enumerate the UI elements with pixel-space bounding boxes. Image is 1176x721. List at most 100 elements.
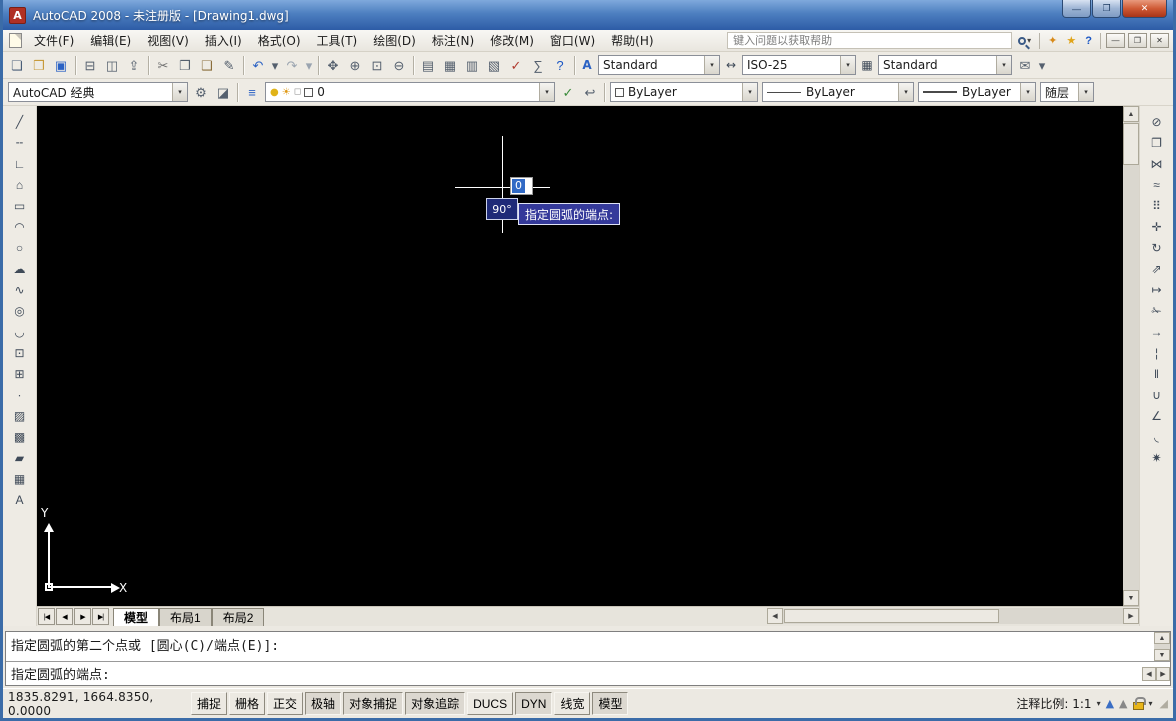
drawing-file-icon[interactable] xyxy=(9,33,22,48)
mirror-button[interactable]: ⋈ xyxy=(1144,153,1170,174)
cut-button[interactable]: ✂ xyxy=(152,55,174,76)
markup-set-manager-button[interactable]: ✓ xyxy=(505,55,527,76)
tab-prev-button[interactable]: ◀ xyxy=(56,608,73,625)
menu-file[interactable]: 文件(F) xyxy=(26,29,82,52)
redo-button[interactable]: ↷ xyxy=(281,55,303,76)
polygon-button[interactable]: ⌂ xyxy=(7,174,33,195)
match-properties-button[interactable]: ✎ xyxy=(218,55,240,76)
fillet-button[interactable]: ◟ xyxy=(1144,426,1170,447)
lineweight-combo-arrow[interactable]: ▾ xyxy=(1020,83,1035,101)
sheet-set-manager-button[interactable]: ▧ xyxy=(483,55,505,76)
annotation-visibility-icon[interactable]: ▲ xyxy=(1106,697,1114,710)
chamfer-button[interactable]: ∠ xyxy=(1144,405,1170,426)
line-button[interactable]: ╱ xyxy=(7,111,33,132)
table-style-combo[interactable]: Standard ▾ xyxy=(878,55,1012,75)
linetype-combo-arrow[interactable]: ▾ xyxy=(898,83,913,101)
circle-button[interactable]: ○ xyxy=(7,237,33,258)
scroll-down-button[interactable]: ▼ xyxy=(1123,590,1139,606)
menu-format[interactable]: 格式(O) xyxy=(250,29,309,52)
scroll-left-button[interactable]: ◀ xyxy=(767,608,783,624)
explode-button[interactable]: ✷ xyxy=(1144,447,1170,468)
ellipse-arc-button[interactable]: ◡ xyxy=(7,321,33,342)
linetype-combo[interactable]: ByLayer ▾ xyxy=(762,82,914,102)
command-scroll-right-button[interactable]: ▶ xyxy=(1156,667,1170,681)
publish-button[interactable]: ⇪ xyxy=(123,55,145,76)
construction-line-button[interactable]: ╌ xyxy=(7,132,33,153)
plotstyle-combo-arrow[interactable]: ▾ xyxy=(1078,83,1093,101)
ellipse-button[interactable]: ◎ xyxy=(7,300,33,321)
gradient-button[interactable]: ▩ xyxy=(7,426,33,447)
favorites-button[interactable]: ★ xyxy=(1063,32,1079,50)
help-button[interactable]: ? xyxy=(549,55,571,76)
hatch-button[interactable]: ▨ xyxy=(7,405,33,426)
menu-window[interactable]: 窗口(W) xyxy=(542,29,603,52)
toggle-ducs[interactable]: DUCS xyxy=(467,692,513,715)
extend-button[interactable]: → xyxy=(1144,321,1170,342)
scroll-up-button[interactable]: ▲ xyxy=(1123,106,1139,122)
copy-button[interactable]: ❐ xyxy=(1144,132,1170,153)
layer-unlock-icon[interactable]: ◻ xyxy=(294,87,301,97)
menu-insert[interactable]: 插入(I) xyxy=(197,29,250,52)
layer-on-icon[interactable]: ● xyxy=(270,87,279,98)
spline-button[interactable]: ∿ xyxy=(7,279,33,300)
undo-options-button[interactable]: ▾ xyxy=(269,55,281,76)
tool-palettes-button[interactable]: ▥ xyxy=(461,55,483,76)
lineweight-combo[interactable]: ByLayer ▾ xyxy=(918,82,1036,102)
polyline-button[interactable]: ∟ xyxy=(7,153,33,174)
menu-view[interactable]: 视图(V) xyxy=(139,29,197,52)
plot-preview-button[interactable]: ◫ xyxy=(101,55,123,76)
multiline-text-button[interactable]: A xyxy=(7,489,33,510)
plot-button[interactable]: ⊟ xyxy=(79,55,101,76)
toolbar-lock-icon[interactable] xyxy=(1133,702,1144,710)
horizontal-scroll-thumb[interactable] xyxy=(784,609,999,623)
join-button[interactable]: ∪ xyxy=(1144,384,1170,405)
command-scroll-down-button[interactable]: ▼ xyxy=(1154,649,1170,661)
toolbar-options-button[interactable]: ▾ xyxy=(1036,55,1048,76)
annotation-scale-dropdown-icon[interactable]: ▾ xyxy=(1097,699,1101,708)
plotstyle-combo[interactable]: 随层 ▾ xyxy=(1040,82,1094,102)
dim-style-combo[interactable]: ISO-25 ▾ xyxy=(742,55,856,75)
paste-button[interactable]: ❑ xyxy=(196,55,218,76)
tab-first-button[interactable]: |◀ xyxy=(38,608,55,625)
menu-dimension[interactable]: 标注(N) xyxy=(424,29,482,52)
zoom-previous-button[interactable]: ⊖ xyxy=(388,55,410,76)
text-style-combo-arrow[interactable]: ▾ xyxy=(704,56,719,74)
command-prompt[interactable]: 指定圆弧的端点: xyxy=(6,662,1142,685)
menu-modify[interactable]: 修改(M) xyxy=(482,29,542,52)
arc-button[interactable]: ◠ xyxy=(7,216,33,237)
offset-button[interactable]: ≈ xyxy=(1144,174,1170,195)
menu-tools[interactable]: 工具(T) xyxy=(309,29,366,52)
autocad-app-icon[interactable]: A xyxy=(9,7,26,24)
toggle-grid[interactable]: 栅格 xyxy=(229,692,265,715)
toggle-lwt[interactable]: 线宽 xyxy=(554,692,590,715)
help-search-input[interactable] xyxy=(727,32,1012,49)
insert-block-button[interactable]: ⊡ xyxy=(7,342,33,363)
scale-button[interactable]: ⇗ xyxy=(1144,258,1170,279)
copy-clip-button[interactable]: ❐ xyxy=(174,55,196,76)
menu-help[interactable]: 帮助(H) xyxy=(603,29,661,52)
redo-options-button[interactable]: ▾ xyxy=(303,55,315,76)
tab-model[interactable]: 模型 xyxy=(113,608,159,626)
workspace-combo[interactable]: AutoCAD 经典 ▾ xyxy=(8,82,188,102)
mdi-minimize-button[interactable]: — xyxy=(1106,33,1125,48)
pan-button[interactable]: ✥ xyxy=(322,55,344,76)
search-button[interactable]: ▾ xyxy=(1015,32,1034,50)
table-button[interactable]: ▦ xyxy=(7,468,33,489)
zoom-realtime-button[interactable]: ⊕ xyxy=(344,55,366,76)
toggle-ortho[interactable]: 正交 xyxy=(267,692,303,715)
save-workspace-button[interactable]: ◪ xyxy=(212,82,234,103)
save-button[interactable]: ▣ xyxy=(50,55,72,76)
layer-previous-button[interactable]: ↩ xyxy=(579,82,601,103)
workspace-settings-button[interactable]: ⚙ xyxy=(190,82,212,103)
etransmit-button[interactable]: ✉ xyxy=(1014,55,1036,76)
erase-button[interactable]: ⊘ xyxy=(1144,111,1170,132)
open-button[interactable]: ❒ xyxy=(28,55,50,76)
communication-center-button[interactable]: ✦ xyxy=(1045,32,1060,50)
break-at-point-button[interactable]: ¦ xyxy=(1144,342,1170,363)
rectangle-button[interactable]: ▭ xyxy=(7,195,33,216)
vertical-scroll-thumb[interactable] xyxy=(1123,123,1139,165)
layer-combo-arrow[interactable]: ▾ xyxy=(539,83,554,101)
tab-next-button[interactable]: ▶ xyxy=(74,608,91,625)
make-object-layer-current-button[interactable]: ✓ xyxy=(557,82,579,103)
color-combo[interactable]: ByLayer ▾ xyxy=(610,82,758,102)
